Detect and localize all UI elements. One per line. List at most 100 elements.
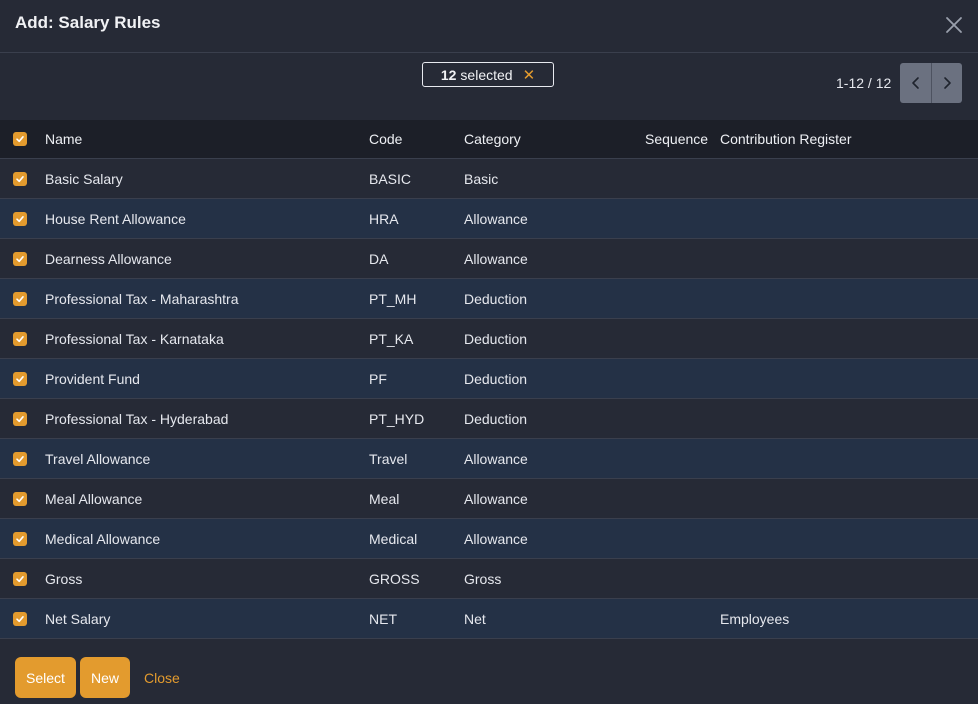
cell-category: Allowance — [464, 530, 528, 547]
select-all-cell — [0, 120, 40, 158]
cell-name: Medical Allowance — [45, 530, 161, 547]
cell-name: House Rent Allowance — [45, 210, 186, 227]
close-icon[interactable] — [944, 15, 964, 35]
select-all-checkbox[interactable] — [13, 132, 27, 146]
control-bar: 12 selected ✕ 1-12 / 12 — [0, 54, 978, 120]
cell-category: Net — [464, 610, 486, 627]
row-select-cell — [0, 599, 40, 638]
row-checkbox[interactable] — [13, 451, 27, 466]
cell-code: PF — [369, 370, 387, 387]
dialog-header: Add: Salary Rules — [0, 0, 978, 53]
table-row[interactable]: Professional Tax - Karnataka PT_KA Deducti… — [0, 319, 978, 359]
row-select-cell — [0, 319, 40, 358]
salary-rules-dialog: Add: Salary Rules 12 selected ✕ 1-12 / 1… — [0, 0, 978, 704]
table-row[interactable]: Professional Tax - Hyderabad PT_HYD Deduct… — [0, 399, 978, 439]
row-select-cell — [0, 559, 40, 598]
row-select-cell — [0, 439, 40, 478]
row-checkbox[interactable] — [13, 611, 27, 626]
table-row[interactable]: Travel Allowance Travel Allowance — [0, 439, 978, 479]
check-icon — [16, 375, 24, 382]
selection-badge[interactable]: 12 selected ✕ — [422, 62, 554, 87]
pager-previous-button[interactable] — [900, 63, 931, 103]
table-row[interactable]: Dearness Allowance DA Allowance — [0, 239, 978, 279]
table-row[interactable]: Gross GROSS Gross — [0, 559, 978, 599]
column-header-sequence[interactable]: Sequence — [645, 120, 708, 158]
column-header-category[interactable]: Category — [464, 120, 521, 158]
row-checkbox[interactable] — [13, 331, 27, 346]
check-icon — [16, 415, 24, 422]
table-row[interactable]: House Rent Allowance HRA Allowance — [0, 199, 978, 239]
cell-code: Medical — [369, 530, 418, 547]
pager-next-button[interactable] — [931, 63, 962, 103]
row-checkbox[interactable] — [13, 371, 27, 386]
table-row[interactable]: Provident Fund PF Deduction — [0, 359, 978, 399]
cell-code: Travel — [369, 450, 408, 467]
table-row[interactable]: Meal Allowance Meal Allowance — [0, 479, 978, 519]
row-checkbox[interactable] — [13, 411, 27, 426]
row-select-cell — [0, 199, 40, 238]
check-icon — [16, 335, 24, 342]
check-icon — [16, 535, 24, 542]
cell-code: GROSS — [369, 570, 420, 587]
cell-category: Allowance — [464, 210, 528, 227]
cell-category: Deduction — [464, 330, 528, 347]
check-icon — [16, 255, 24, 262]
cell-code: NET — [369, 610, 397, 627]
cell-category: Allowance — [464, 450, 528, 467]
column-header-name[interactable]: Name — [45, 120, 82, 158]
row-checkbox[interactable] — [13, 251, 27, 266]
cell-code: PT_MH — [369, 290, 417, 307]
row-checkbox[interactable] — [13, 211, 27, 226]
column-header-code[interactable]: Code — [369, 120, 402, 158]
cell-name: Professional Tax - Hyderabad — [45, 410, 229, 427]
cell-category: Basic — [464, 170, 499, 187]
table-row[interactable]: Net Salary NET Net Employees — [0, 599, 978, 639]
cell-name: Net Salary — [45, 610, 111, 627]
salary-rules-table: Name Code Category Sequence Contribution… — [0, 120, 978, 639]
column-header-contribution-register[interactable]: Contribution Register — [720, 120, 852, 158]
row-checkbox[interactable] — [13, 171, 27, 186]
row-select-cell — [0, 519, 40, 558]
select-button[interactable]: Select — [15, 657, 76, 698]
cell-name: Gross — [45, 570, 83, 587]
table-row[interactable]: Basic Salary BASIC Basic — [0, 159, 978, 199]
cell-name: Travel Allowance — [45, 450, 151, 467]
table-row[interactable]: Professional Tax - Maharashtra PT_MH Deduc… — [0, 279, 978, 319]
cell-name: Dearness Allowance — [45, 250, 172, 267]
new-button[interactable]: New — [80, 657, 130, 698]
close-button[interactable]: Close — [144, 670, 180, 686]
chevron-left-icon — [911, 77, 919, 89]
table-row[interactable]: Medical Allowance Medical Allowance — [0, 519, 978, 559]
row-select-cell — [0, 399, 40, 438]
row-select-cell — [0, 239, 40, 278]
cell-category: Deduction — [464, 290, 528, 307]
check-icon — [16, 136, 24, 143]
cell-name: Professional Tax - Karnataka — [45, 330, 224, 347]
row-select-cell — [0, 279, 40, 318]
row-select-cell — [0, 359, 40, 398]
row-checkbox[interactable] — [13, 291, 27, 306]
check-icon — [16, 615, 24, 622]
cell-code: BASIC — [369, 170, 412, 187]
check-icon — [16, 575, 24, 582]
clear-selection-icon[interactable]: ✕ — [523, 66, 536, 84]
cell-name: Meal Allowance — [45, 490, 143, 507]
cell-category: Deduction — [464, 410, 528, 427]
check-icon — [16, 495, 24, 502]
cell-contribution-register: Employees — [720, 610, 790, 627]
row-checkbox[interactable] — [13, 491, 27, 506]
pager — [900, 63, 962, 103]
cell-category: Gross — [464, 570, 502, 587]
cell-category: Allowance — [464, 490, 528, 507]
dialog-footer: Select New Close — [0, 640, 978, 704]
cell-code: DA — [369, 250, 389, 267]
check-icon — [16, 455, 24, 462]
table-body: Basic Salary BASIC Basic House Rent Allowan… — [0, 159, 978, 639]
check-icon — [16, 295, 24, 302]
row-checkbox[interactable] — [13, 531, 27, 546]
cell-name: Basic Salary — [45, 170, 123, 187]
pager-range: 1-12 / 12 — [836, 75, 892, 91]
chevron-right-icon — [944, 77, 951, 89]
row-checkbox[interactable] — [13, 571, 27, 586]
cell-category: Allowance — [464, 250, 528, 267]
